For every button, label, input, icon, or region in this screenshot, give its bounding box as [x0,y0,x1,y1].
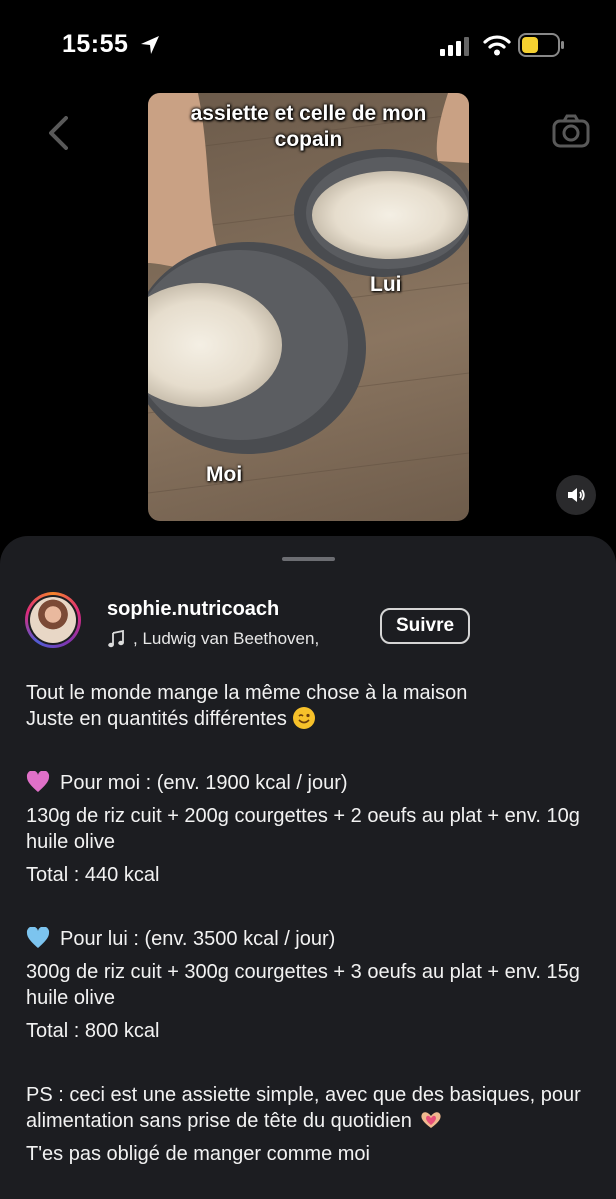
video-overlay-caption: assiette et celle de mon copain [148,93,469,153]
caption-line: Pour moi : (env. 1900 kcal / jour) [26,770,598,796]
video-frame [148,93,469,494]
reel-video[interactable]: assiette et celle de mon copain Lui Moi [148,93,469,521]
audio-track-label: , Ludwig van Beethoven, [133,629,320,648]
status-bar: 15:55 [0,0,616,90]
blue-heart-icon [26,927,50,948]
wifi-icon [483,35,511,56]
location-arrow-icon [141,36,159,54]
caption-line: Tout le monde mange la même chose à la m… [26,682,468,704]
caption-line: Total : 440 kcal [26,864,160,886]
sound-toggle-button[interactable] [556,475,596,515]
camera-icon[interactable] [552,114,590,148]
cellular-signal-icon [440,37,469,56]
caption-line: Total : 800 kcal [26,1020,160,1042]
avatar[interactable] [30,597,76,643]
username[interactable]: sophie.nutricoach [107,598,279,621]
caption-line: PS : ceci est une assiette simple, avec … [26,1084,581,1132]
audio-track[interactable]: , Ludwig van Beethoven, [107,629,319,649]
music-note-icon [108,630,124,648]
post-caption: Tout le monde mange la même chose à la m… [26,680,598,1167]
caption-line: Pour lui : (env. 3500 kcal / jour) [26,926,598,952]
speaker-icon [568,488,585,502]
heart-hands-icon [421,1112,441,1128]
caption-line-truncated: T'es pas obligé de manger comme moi [26,1143,370,1165]
caption-sheet[interactable]: sophie.nutricoach , Ludwig van Beethoven… [0,536,616,1199]
pink-heart-icon [26,771,50,792]
follow-button[interactable]: Suivre [380,608,470,644]
battery-low-icon [518,33,564,57]
caption-line: 130g de riz cuit + 200g courgettes + 2 o… [26,805,580,853]
label-moi: Moi [206,463,243,486]
caption-line: Juste en quantités différentes [26,706,598,732]
clock: 15:55 [62,30,129,58]
caption-line: 300g de riz cuit + 300g courgettes + 3 o… [26,961,580,1009]
sheet-grabber[interactable] [282,557,335,561]
story-ring[interactable] [25,592,81,648]
wink-emoji-icon [292,707,315,729]
back-chevron-icon[interactable] [44,115,74,151]
label-lui: Lui [370,273,402,296]
